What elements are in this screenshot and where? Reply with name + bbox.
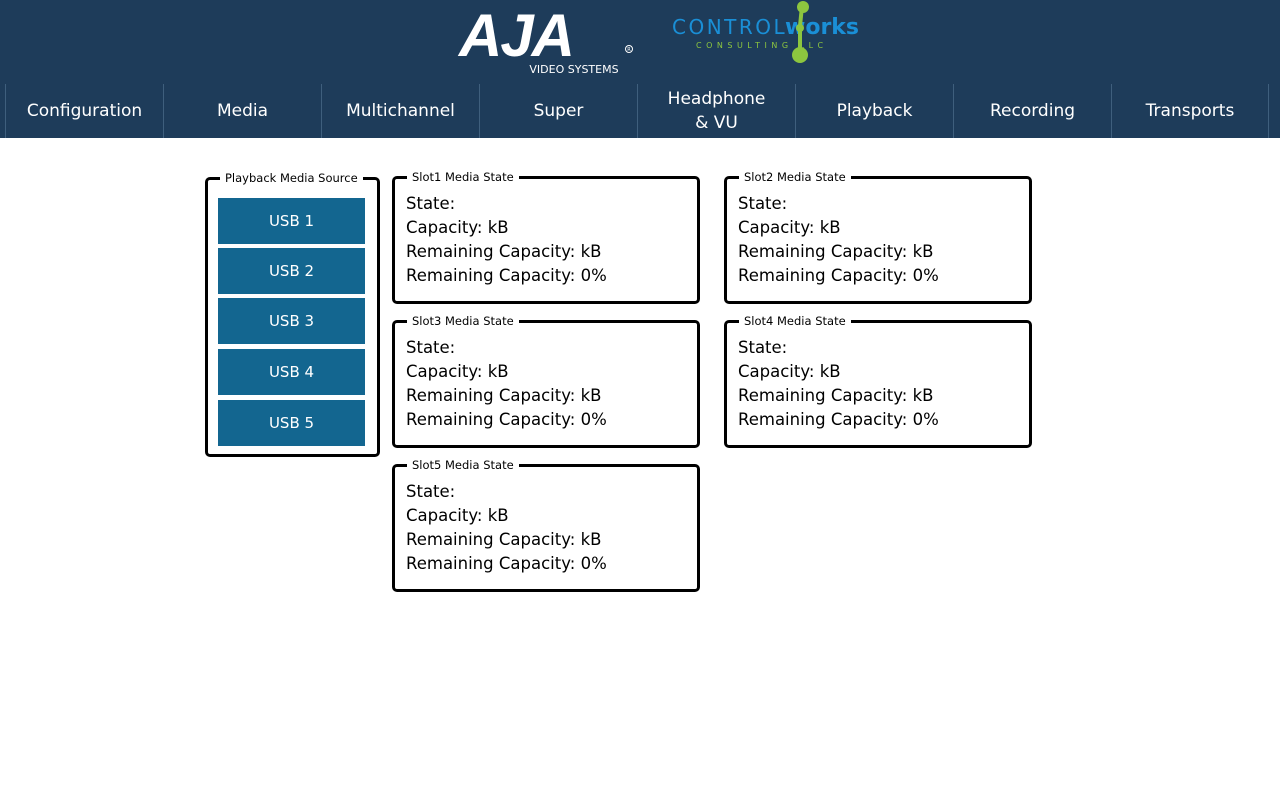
slot-remaining-kb: Remaining Capacity: kB — [738, 242, 934, 261]
usb-3-button[interactable]: USB 3 — [218, 298, 365, 344]
svg-text:R: R — [627, 47, 631, 53]
slot-remaining-kb: Remaining Capacity: kB — [406, 530, 602, 549]
slot-remaining-pct: Remaining Capacity: 0% — [406, 554, 607, 573]
group-legend: Slot2 Media State — [739, 169, 851, 185]
slot-capacity: Capacity: kB — [738, 218, 841, 237]
slot-remaining-kb: Remaining Capacity: kB — [406, 242, 602, 261]
tab-headphone-vu[interactable]: Headphone & VU — [637, 84, 795, 138]
slot-capacity: Capacity: kB — [406, 218, 509, 237]
controlworks-logo: CONTROL works CONSULTING LLC — [672, 1, 859, 63]
slot-capacity: Capacity: kB — [738, 362, 841, 381]
group-legend: Slot5 Media State — [407, 457, 519, 473]
slot-capacity: Capacity: kB — [406, 506, 509, 525]
tab-configuration[interactable]: Configuration — [5, 84, 163, 138]
tab-multichannel[interactable]: Multichannel — [321, 84, 479, 138]
slot1-media-state-group: Slot1 Media State State: Capacity: kB Re… — [392, 169, 700, 304]
slot-state: State: — [406, 194, 456, 213]
group-legend: Slot4 Media State — [739, 313, 851, 329]
slot5-media-state-group: Slot5 Media State State: Capacity: kB Re… — [392, 457, 700, 592]
slot4-media-state-group: Slot4 Media State State: Capacity: kB Re… — [724, 313, 1032, 448]
usb-1-button[interactable]: USB 1 — [218, 198, 365, 244]
playback-media-source-group: Playback Media Source USB 1 USB 2 USB 3 … — [205, 170, 380, 457]
slot3-media-state-group: Slot3 Media State State: Capacity: kB Re… — [392, 313, 700, 448]
controlworks-logo-text-a: CONTROL — [672, 15, 787, 39]
slot-remaining-pct: Remaining Capacity: 0% — [738, 410, 939, 429]
usb-4-button[interactable]: USB 4 — [218, 349, 365, 395]
slot-remaining-pct: Remaining Capacity: 0% — [406, 266, 607, 285]
app-header: AJA R VIDEO SYSTEMS CONTROL works CONSUL… — [0, 0, 1280, 138]
group-legend: Slot1 Media State — [407, 169, 519, 185]
slot-remaining-pct: Remaining Capacity: 0% — [738, 266, 939, 285]
slot-state: State: — [738, 194, 788, 213]
slot-remaining-kb: Remaining Capacity: kB — [738, 386, 934, 405]
tab-media[interactable]: Media — [163, 84, 321, 138]
slot-remaining-kb: Remaining Capacity: kB — [406, 386, 602, 405]
slot-state: State: — [406, 338, 456, 357]
group-legend: Slot3 Media State — [407, 313, 519, 329]
slot-capacity: Capacity: kB — [406, 362, 509, 381]
slot2-media-state-group: Slot2 Media State State: Capacity: kB Re… — [724, 169, 1032, 304]
usb-2-button[interactable]: USB 2 — [218, 248, 365, 294]
controlworks-logo-subtitle: CONSULTING LLC — [696, 41, 828, 50]
group-legend: Playback Media Source — [220, 170, 363, 186]
tab-transports[interactable]: Transports — [1111, 84, 1269, 138]
main-nav: Configuration Media Multichannel Super H… — [0, 84, 1280, 138]
slot-state: State: — [406, 482, 456, 501]
slot-state: State: — [738, 338, 788, 357]
slot-remaining-pct: Remaining Capacity: 0% — [406, 410, 607, 429]
aja-logo-text: AJA — [457, 6, 573, 69]
tab-recording[interactable]: Recording — [953, 84, 1111, 138]
tab-playback[interactable]: Playback — [795, 84, 953, 138]
aja-logo: AJA R VIDEO SYSTEMS — [457, 6, 633, 76]
tab-super[interactable]: Super — [479, 84, 637, 138]
usb-5-button[interactable]: USB 5 — [218, 400, 365, 446]
aja-logo-subtitle: VIDEO SYSTEMS — [529, 63, 618, 76]
